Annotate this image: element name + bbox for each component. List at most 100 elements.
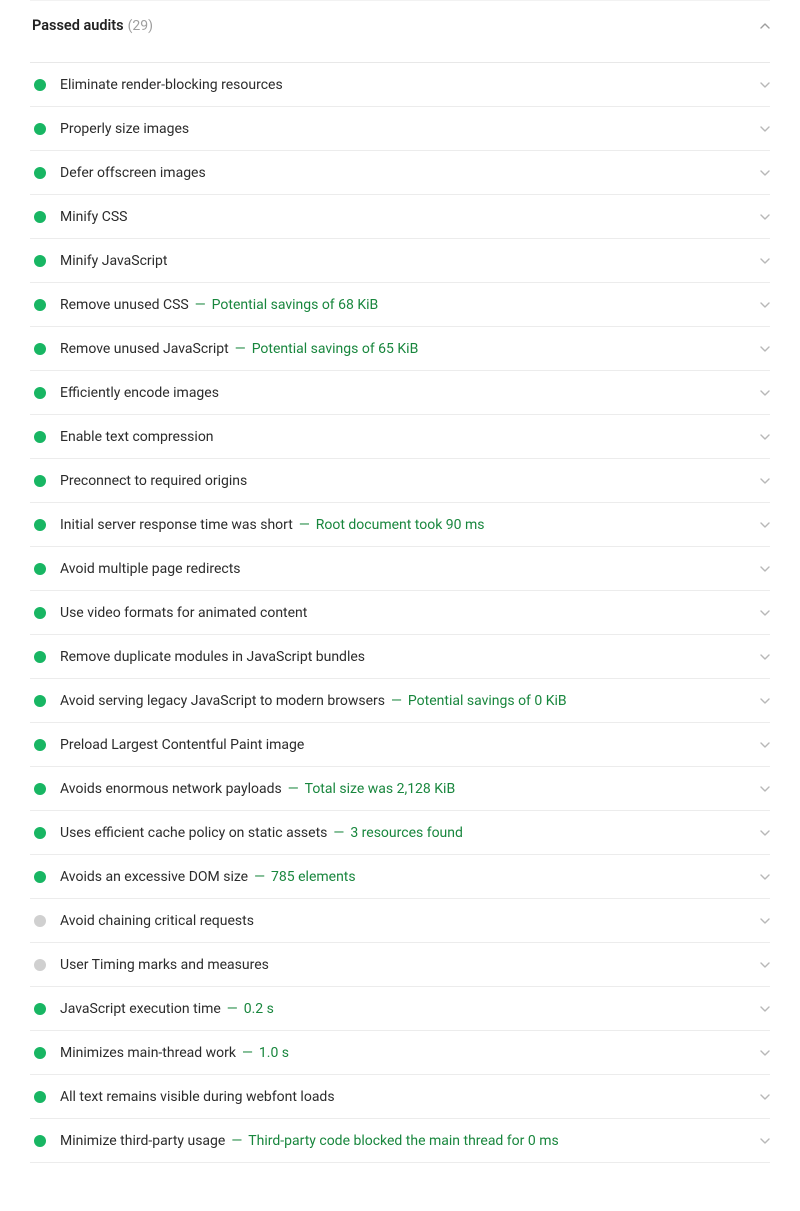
chevron-down-icon <box>760 168 770 178</box>
audit-detail: Potential savings of 0 KiB <box>408 693 567 709</box>
chevron-down-icon <box>760 1136 770 1146</box>
status-pass-icon <box>34 783 46 795</box>
status-pass-icon <box>34 299 46 311</box>
audit-row[interactable]: Remove unused JavaScript — Potential savin… <box>30 327 770 371</box>
audit-title: Preconnect to required origins <box>60 473 247 489</box>
status-pass-icon <box>34 255 46 267</box>
audit-title: Uses efficient cache policy on static as… <box>60 825 327 841</box>
status-pass-icon <box>34 563 46 575</box>
audit-row[interactable]: Remove duplicate modules in JavaScript b… <box>30 635 770 679</box>
audit-row[interactable]: Uses efficient cache policy on static as… <box>30 811 770 855</box>
chevron-down-icon <box>760 872 770 882</box>
audit-row[interactable]: Avoid serving legacy JavaScript to moder… <box>30 679 770 723</box>
section-title: Passed audits <box>32 17 124 34</box>
audit-title: Minify JavaScript <box>60 253 168 269</box>
status-pass-icon <box>34 343 46 355</box>
audit-row[interactable]: Preconnect to required origins <box>30 459 770 503</box>
audit-title: Enable text compression <box>60 429 214 445</box>
status-pass-icon <box>34 519 46 531</box>
audit-row[interactable]: Properly size images <box>30 107 770 151</box>
audit-row[interactable]: Eliminate render-blocking resources <box>30 63 770 107</box>
chevron-down-icon <box>760 212 770 222</box>
status-info-icon <box>34 915 46 927</box>
audit-detail: Root document took 90 ms <box>316 517 485 533</box>
status-pass-icon <box>34 739 46 751</box>
status-pass-icon <box>34 1135 46 1147</box>
audit-title: Preload Largest Contentful Paint image <box>60 737 304 753</box>
audit-row[interactable]: Minimizes main-thread work—1.0 s <box>30 1031 770 1075</box>
audit-title: Minify CSS <box>60 209 127 225</box>
audit-row[interactable]: Minimize third-party usage—Third-party c… <box>30 1119 770 1163</box>
status-info-icon <box>34 959 46 971</box>
detail-separator: — <box>231 1133 242 1149</box>
audit-title: Properly size images <box>60 121 189 137</box>
chevron-down-icon <box>760 388 770 398</box>
audit-title: Remove unused JavaScript <box>60 341 229 357</box>
audit-title: Avoid chaining critical requests <box>60 913 254 929</box>
passed-audits-panel: Passed audits (29) Eliminate render-bloc… <box>0 0 800 1163</box>
chevron-down-icon <box>760 1048 770 1058</box>
chevron-down-icon <box>760 828 770 838</box>
chevron-down-icon <box>760 916 770 926</box>
audit-detail: 0.2 s <box>244 1001 274 1017</box>
audit-row[interactable]: Initial server response time was short—R… <box>30 503 770 547</box>
passed-audits-section-header[interactable]: Passed audits (29) <box>30 0 770 63</box>
detail-separator: — <box>391 693 402 709</box>
audit-title: Minimizes main-thread work <box>60 1045 236 1061</box>
status-pass-icon <box>34 1047 46 1059</box>
chevron-down-icon <box>760 740 770 750</box>
status-pass-icon <box>34 431 46 443</box>
audit-title: Eliminate render-blocking resources <box>60 77 283 93</box>
audit-row[interactable]: Avoid multiple page redirects <box>30 547 770 591</box>
audit-row[interactable]: Minify JavaScript <box>30 239 770 283</box>
audit-row[interactable]: All text remains visible during webfont … <box>30 1075 770 1119</box>
audit-title: Avoids an excessive DOM size <box>60 869 248 885</box>
audit-detail: Potential savings of 68 KiB <box>212 297 379 313</box>
audit-title: Avoid serving legacy JavaScript to moder… <box>60 693 385 709</box>
chevron-up-icon <box>760 21 770 31</box>
audit-detail: Potential savings of 65 KiB <box>252 341 419 357</box>
chevron-down-icon <box>760 432 770 442</box>
audit-title: Avoids enormous network payloads <box>60 781 282 797</box>
chevron-down-icon <box>760 564 770 574</box>
status-pass-icon <box>34 475 46 487</box>
audit-title: Use video formats for animated content <box>60 605 307 621</box>
chevron-down-icon <box>760 1004 770 1014</box>
detail-separator: — <box>195 297 206 313</box>
chevron-down-icon <box>760 344 770 354</box>
audit-row[interactable]: JavaScript execution time—0.2 s <box>30 987 770 1031</box>
audits-list: Eliminate render-blocking resources Prope… <box>30 63 770 1163</box>
audit-row[interactable]: Preload Largest Contentful Paint image <box>30 723 770 767</box>
chevron-down-icon <box>760 696 770 706</box>
status-pass-icon <box>34 167 46 179</box>
audit-row[interactable]: Efficiently encode images <box>30 371 770 415</box>
detail-separator: — <box>235 341 246 357</box>
audit-row[interactable]: Use video formats for animated content <box>30 591 770 635</box>
detail-separator: — <box>227 1001 238 1017</box>
status-pass-icon <box>34 871 46 883</box>
audit-row[interactable]: Avoids enormous network payloads—Total s… <box>30 767 770 811</box>
audit-row[interactable]: Defer offscreen images <box>30 151 770 195</box>
section-count: (29) <box>128 18 153 34</box>
chevron-down-icon <box>760 256 770 266</box>
status-pass-icon <box>34 387 46 399</box>
chevron-down-icon <box>760 1092 770 1102</box>
audit-title: All text remains visible during webfont … <box>60 1089 335 1105</box>
status-pass-icon <box>34 79 46 91</box>
audit-title: User Timing marks and measures <box>60 957 269 973</box>
audit-row[interactable]: User Timing marks and measures <box>30 943 770 987</box>
chevron-down-icon <box>760 476 770 486</box>
audit-row[interactable]: Avoid chaining critical requests <box>30 899 770 943</box>
audit-row[interactable]: Remove unused CSS—Potential savings of 6… <box>30 283 770 327</box>
detail-separator: — <box>288 781 299 797</box>
detail-separator: — <box>299 517 310 533</box>
status-pass-icon <box>34 651 46 663</box>
status-pass-icon <box>34 1003 46 1015</box>
status-pass-icon <box>34 1091 46 1103</box>
audit-row[interactable]: Minify CSS <box>30 195 770 239</box>
status-pass-icon <box>34 607 46 619</box>
audit-row[interactable]: Avoids an excessive DOM size—785 element… <box>30 855 770 899</box>
detail-separator: — <box>242 1045 253 1061</box>
audit-row[interactable]: Enable text compression <box>30 415 770 459</box>
chevron-down-icon <box>760 652 770 662</box>
